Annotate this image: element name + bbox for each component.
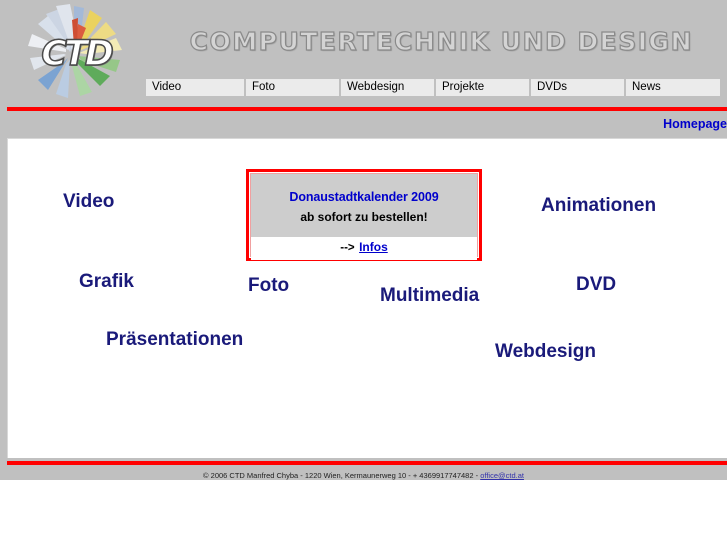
category-link-multimedia[interactable]: Multimedia [380,285,479,307]
ctd-logo[interactable]: CTD [12,4,142,104]
breadcrumb-homepage-link[interactable]: Homepage [663,117,727,131]
category-link-grafik[interactable]: Grafik [79,271,134,293]
footer-email-link[interactable]: office@ctd.at [480,471,524,480]
main-navigation: Video Foto Webdesign Projekte DVDs News [146,79,720,96]
promo-headline: Donaustadtkalender 2009 [289,190,439,204]
nav-item-foto[interactable]: Foto [246,79,341,96]
promo-box: Donaustadtkalender 2009 ab sofort zu bes… [246,169,482,261]
promo-infos-link[interactable]: Infos [359,240,388,254]
category-link-video[interactable]: Video [63,191,114,213]
nav-item-news[interactable]: News [626,79,720,96]
breadcrumb: Homepage [0,111,727,138]
site-title: COMPUTERTECHNIK UND DESIGN [189,26,693,56]
page-background [0,480,727,545]
footer-copyright: © 2006 CTD Manfred Chyba - 1220 Wien, Ke… [203,471,481,480]
nav-item-dvds[interactable]: DVDs [531,79,626,96]
promo-box-inner: Donaustadtkalender 2009 ab sofort zu bes… [250,173,478,260]
nav-item-projekte[interactable]: Projekte [436,79,531,96]
promo-arrow-icon: --> [340,242,355,254]
site-header: CTD COMPUTERTECHNIK UND DESIGN Video Fot… [0,0,727,107]
logo-wordmark: CTD [40,33,114,75]
nav-item-webdesign[interactable]: Webdesign [341,79,436,96]
promo-subline: ab sofort zu bestellen! [300,210,428,224]
category-link-foto[interactable]: Foto [248,275,289,297]
category-link-animationen[interactable]: Animationen [541,195,656,217]
category-link-webdesign[interactable]: Webdesign [495,341,596,363]
site-footer: © 2006 CTD Manfred Chyba - 1220 Wien, Ke… [0,465,727,480]
promo-box-bottom: --> Infos [251,237,477,260]
category-link-dvd[interactable]: DVD [576,274,616,296]
promo-box-top: Donaustadtkalender 2009 ab sofort zu bes… [251,174,477,237]
nav-item-video[interactable]: Video [146,79,246,96]
page-frame: CTD COMPUTERTECHNIK UND DESIGN Video Fot… [0,0,727,480]
main-content: Video Animationen Grafik Foto Multimedia… [7,138,727,458]
category-link-praesentationen[interactable]: Präsentationen [106,329,243,351]
